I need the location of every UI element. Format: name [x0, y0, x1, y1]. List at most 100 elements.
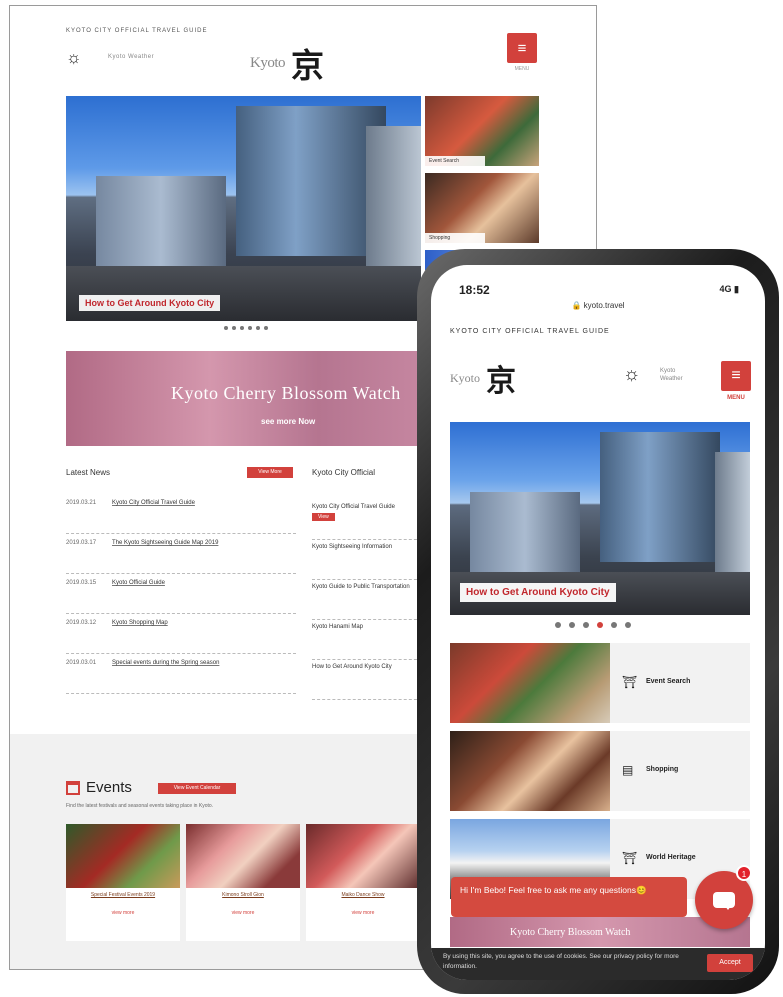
chat-icon: [713, 892, 735, 910]
city-news-heading: Kyoto City Official: [312, 468, 375, 477]
slider-dot[interactable]: [240, 326, 244, 330]
event-card[interactable]: Special Festival Events 2019 view more: [66, 824, 180, 941]
city-news-text[interactable]: Kyoto Guide to Public Transportation: [312, 584, 422, 590]
hero-building: [600, 432, 720, 562]
sun-icon: ☼: [623, 364, 641, 385]
slider-dots[interactable]: [224, 326, 268, 330]
hero-building: [715, 452, 750, 572]
hero-caption[interactable]: How to Get Around Kyoto City: [460, 583, 616, 602]
hamburger-icon: ≡: [731, 367, 741, 384]
city-news-text[interactable]: How to Get Around Kyoto City: [312, 664, 422, 670]
news-date: 2019.03.01: [66, 660, 97, 666]
news-list: 2019.03.21 Kyoto City Official Travel Gui…: [66, 494, 296, 694]
news-date: 2019.03.17: [66, 540, 97, 546]
event-title[interactable]: Special Festival Events 2019: [66, 888, 180, 902]
events-description: Find the latest festivals and seasonal e…: [66, 803, 214, 809]
slider-dot[interactable]: [264, 326, 268, 330]
city-news-row[interactable]: How to Get Around Kyoto City: [312, 660, 422, 700]
news-row[interactable]: 2019.03.01 Special events during the Spri…: [66, 654, 296, 694]
slider-dot[interactable]: [625, 622, 631, 628]
banner-title: Kyoto Cherry Blossom Watch: [171, 383, 401, 403]
menu-label: MENU: [514, 66, 530, 72]
accept-button[interactable]: Accept: [707, 954, 753, 972]
event-image: [186, 824, 300, 888]
slider-dot[interactable]: [569, 622, 575, 628]
news-row[interactable]: 2019.03.17 The Kyoto Sightseeing Guide Ma…: [66, 534, 296, 574]
weather-line: Weather: [660, 376, 683, 382]
slider-dot[interactable]: [256, 326, 260, 330]
weather-text[interactable]: Kyoto Weather: [108, 54, 154, 60]
tile-label: Event Search: [646, 678, 691, 685]
event-more[interactable]: view more: [186, 910, 300, 916]
calendar-icon: ⛩: [622, 675, 638, 689]
hero-caption[interactable]: How to Get Around Kyoto City: [79, 295, 221, 311]
slider-dot[interactable]: [555, 622, 561, 628]
city-news-list: Kyoto City Official Travel Guide View Kyo…: [312, 500, 422, 700]
news-row[interactable]: 2019.03.15 Kyoto Official Guide: [66, 574, 296, 614]
city-news-text[interactable]: Kyoto City Official Travel Guide: [312, 504, 422, 510]
slider-dot[interactable]: [583, 622, 589, 628]
tile-label: World Heritage: [646, 854, 696, 861]
events-heading: Events: [66, 779, 132, 796]
event-card[interactable]: Kimono Stroll Gion view more: [186, 824, 300, 941]
side-tile-event-search[interactable]: Event Search: [425, 96, 539, 166]
menu-label: MENU: [727, 395, 745, 401]
hero-building: [366, 126, 421, 266]
hamburger-icon: ≡: [517, 39, 527, 57]
event-search-tile[interactable]: ⛩ Event Search: [450, 643, 750, 723]
city-news-text[interactable]: Kyoto Sightseeing Information: [312, 544, 422, 550]
event-card[interactable]: Maiko Dance Show view more: [306, 824, 420, 941]
cookie-banner: By using this site, you agree to the use…: [431, 948, 765, 980]
menu-button[interactable]: ≡: [721, 361, 751, 391]
slider-dot[interactable]: [611, 622, 617, 628]
news-text[interactable]: Kyoto City Official Travel Guide: [112, 500, 195, 533]
city-news-row[interactable]: Kyoto Hanami Map: [312, 620, 422, 660]
news-text[interactable]: Kyoto Official Guide: [112, 580, 165, 613]
logo-word: Kyoto: [450, 370, 480, 385]
shopping-tile[interactable]: ▤ Shopping: [450, 731, 750, 811]
event-calendar-button[interactable]: View Event Calendar: [158, 783, 236, 794]
event-more[interactable]: view more: [66, 910, 180, 916]
news-row[interactable]: 2019.03.12 Kyoto Shopping Map: [66, 614, 296, 654]
site-tagline: KYOTO CITY OFFICIAL TRAVEL GUIDE: [450, 328, 610, 335]
city-news-text[interactable]: Kyoto Hanami Map: [312, 624, 422, 630]
city-news-row[interactable]: Kyoto Sightseeing Information: [312, 540, 422, 580]
banner-title: Kyoto Cherry Blossom Watch: [510, 927, 631, 938]
chat-message[interactable]: Hi I'm Bebo! Feel free to ask me any que…: [451, 877, 687, 917]
news-text[interactable]: The Kyoto Sightseeing Guide Map 2019: [112, 540, 218, 573]
events-title: Events: [86, 779, 132, 796]
chat-badge: 1: [736, 865, 752, 881]
cookie-text: By using this site, you agree to the use…: [443, 953, 679, 970]
slider-dot[interactable]: [248, 326, 252, 330]
slider-dot[interactable]: [224, 326, 228, 330]
event-title[interactable]: Maiko Dance Show: [306, 888, 420, 902]
event-title[interactable]: Kimono Stroll Gion: [186, 888, 300, 902]
slider-dot-active[interactable]: [597, 622, 603, 628]
news-text[interactable]: Special events during the Spring season: [112, 660, 219, 693]
news-text[interactable]: Kyoto Shopping Map: [112, 620, 168, 653]
news-date: 2019.03.12: [66, 620, 97, 626]
address-bar[interactable]: 🔒 kyoto.travel: [431, 301, 765, 310]
news-more-button[interactable]: View More: [247, 467, 293, 478]
menu-button[interactable]: ≡: [507, 33, 537, 63]
city-news-tag[interactable]: View: [312, 513, 335, 521]
news-row[interactable]: 2019.03.21 Kyoto City Official Travel Gui…: [66, 494, 296, 534]
tile-image: [450, 643, 610, 723]
latest-news-heading: Latest News: [66, 468, 111, 477]
site-logo[interactable]: Kyoto 京: [450, 356, 516, 400]
event-more[interactable]: view more: [306, 910, 420, 916]
phone-frame: 18:52 4G ▮ 🔒 kyoto.travel KYOTO CITY OFF…: [417, 249, 779, 994]
slider-dots[interactable]: [555, 622, 631, 628]
site-logo[interactable]: Kyoto 京: [250, 39, 324, 87]
cherry-blossom-banner[interactable]: Kyoto Cherry Blossom Watch see more Now: [66, 351, 426, 446]
logo-kanji: 京: [291, 46, 324, 85]
slider-dot[interactable]: [232, 326, 236, 330]
hero-road: [66, 266, 421, 321]
hero-building: [236, 106, 386, 256]
side-tile-shopping[interactable]: Shopping: [425, 173, 539, 243]
signal-text: 4G: [719, 284, 732, 294]
hero-slide[interactable]: [66, 96, 421, 321]
city-news-row[interactable]: Kyoto Guide to Public Transportation: [312, 580, 422, 620]
city-news-row[interactable]: Kyoto City Official Travel Guide View: [312, 500, 422, 540]
weather-text[interactable]: Kyoto Weather: [660, 367, 683, 383]
